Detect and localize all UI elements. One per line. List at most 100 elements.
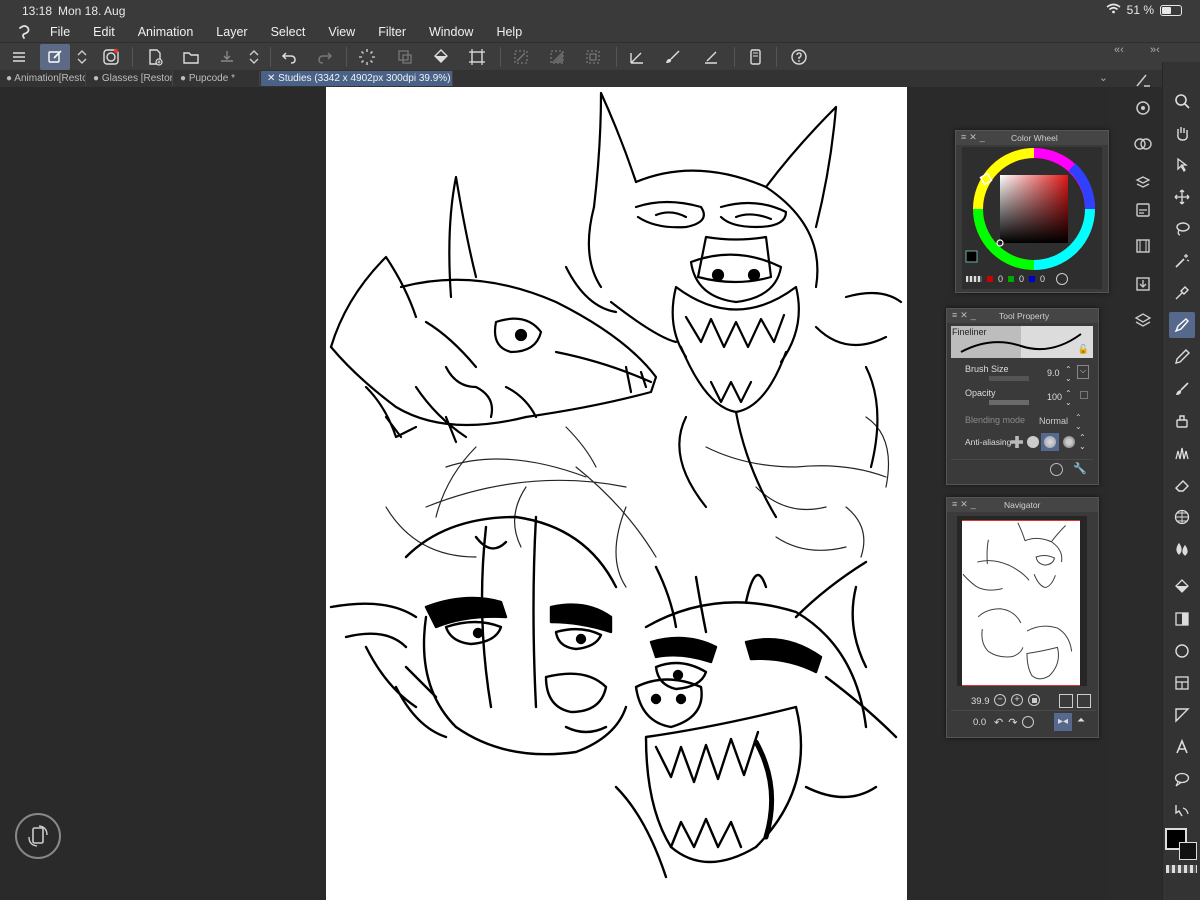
dock-collapse-icon[interactable]: «‹ <box>1114 44 1124 56</box>
help-icon[interactable] <box>784 44 814 70</box>
palette-controls-icon[interactable]: ≡✕_ <box>952 499 979 510</box>
invert-icon[interactable] <box>542 44 572 70</box>
search-tool-icon[interactable] <box>1131 96 1155 120</box>
import-icon[interactable] <box>1131 272 1155 296</box>
flip-horizontal-icon[interactable]: ▸◂ <box>1054 713 1072 731</box>
grid-icon[interactable] <box>1169 504 1195 530</box>
pencil-icon[interactable] <box>1169 344 1195 370</box>
drawing-canvas[interactable] <box>326 87 907 900</box>
palette-controls-icon[interactable]: ≡✕_ <box>952 310 979 321</box>
fit-window-icon[interactable] <box>1077 694 1091 708</box>
sub-view-icon[interactable] <box>1131 198 1155 222</box>
lasso-icon[interactable] <box>1169 216 1195 242</box>
text-icon[interactable] <box>1169 734 1195 760</box>
brush-icon[interactable] <box>658 44 688 70</box>
line-icon[interactable] <box>696 44 726 70</box>
pen-icon[interactable] <box>1169 312 1195 338</box>
gradient-icon[interactable] <box>1169 606 1195 632</box>
blending-mode-row[interactable]: Blending mode Normal ⌃ ⌄ <box>953 413 1093 431</box>
navigator-preview[interactable] <box>957 516 1087 686</box>
zoom-icon[interactable] <box>1169 88 1195 114</box>
hand-icon[interactable] <box>1169 120 1195 146</box>
phone-icon[interactable] <box>740 44 770 70</box>
opacity-row[interactable]: Opacity 100 ⌃ ⌄ <box>953 387 1093 409</box>
loading-icon[interactable] <box>352 44 382 70</box>
menu-layer[interactable]: Layer <box>216 25 247 39</box>
open-folder-icon[interactable] <box>176 44 206 70</box>
timeline-icon[interactable] <box>1131 234 1155 258</box>
restore-icon[interactable] <box>1050 463 1063 476</box>
menu-animation[interactable]: Animation <box>138 25 194 39</box>
undo-icon[interactable] <box>274 44 304 70</box>
palette-controls-icon[interactable]: ≡✕_ <box>961 132 988 143</box>
select-all-icon[interactable] <box>506 44 536 70</box>
companion-icon[interactable] <box>96 44 126 70</box>
rotate-right-icon[interactable]: ↷ <box>1008 716 1017 729</box>
figure-icon[interactable] <box>1169 638 1195 664</box>
zoom-in-icon[interactable]: + <box>1011 694 1023 706</box>
anti-aliasing-row[interactable]: Anti-aliasing ⌃ ⌄ <box>953 433 1093 453</box>
zoom-reset-icon[interactable] <box>1028 694 1040 706</box>
move-icon[interactable] <box>1169 184 1195 210</box>
rotation-value[interactable]: 0.0 <box>973 717 986 728</box>
menu-select[interactable]: Select <box>271 25 306 39</box>
redo-icon[interactable] <box>310 44 340 70</box>
menu-filter[interactable]: Filter <box>378 25 406 39</box>
tab-glasses[interactable]: ● Glasses [Restor <box>87 71 173 86</box>
crop-icon[interactable] <box>462 44 492 70</box>
rotate-left-icon[interactable]: ↶ <box>994 716 1003 729</box>
lock-icon[interactable]: 🔓 <box>1078 344 1089 355</box>
menu-file[interactable]: File <box>50 25 70 39</box>
decoration-icon[interactable] <box>1169 440 1195 466</box>
flip-vertical-icon[interactable]: ⏶ <box>1077 715 1085 726</box>
fit-page-icon[interactable] <box>1059 694 1073 708</box>
brush-size-row[interactable]: Brush Size 9.0 ⌃ ⌄ ⌵ <box>953 363 1093 385</box>
airbrush-icon[interactable] <box>1169 408 1195 434</box>
magic-wand-icon[interactable] <box>1169 248 1195 274</box>
deselect-icon[interactable] <box>578 44 608 70</box>
updown-icon[interactable] <box>242 44 266 70</box>
brush-preview[interactable]: Fineliner 🔓 <box>951 326 1093 358</box>
tab-animation[interactable]: ● Animation[Resto <box>0 71 86 86</box>
layer-property-icon[interactable] <box>1131 170 1155 194</box>
material-icon[interactable] <box>1131 132 1155 156</box>
updown-icon[interactable] <box>70 44 94 70</box>
blend-icon[interactable] <box>1169 536 1195 562</box>
menu-view[interactable]: View <box>328 25 355 39</box>
menu-icon[interactable] <box>4 44 34 70</box>
frame-icon[interactable] <box>1169 670 1195 696</box>
eyedropper-icon[interactable] <box>1169 280 1195 306</box>
color-wheel-area[interactable]: 0 0 0 <box>962 147 1102 289</box>
layers-icon[interactable] <box>1131 308 1155 332</box>
zoom-out-icon[interactable]: − <box>994 694 1006 706</box>
new-file-icon[interactable] <box>140 44 170 70</box>
transform-icon[interactable] <box>390 44 420 70</box>
menu-window[interactable]: Window <box>429 25 473 39</box>
quick-access-button[interactable] <box>15 813 61 859</box>
ruler-icon[interactable] <box>622 44 652 70</box>
operation-icon[interactable] <box>1169 152 1195 178</box>
color-mode-icon[interactable] <box>1056 273 1069 285</box>
rotate-reset-icon[interactable] <box>1022 716 1035 728</box>
fill-icon[interactable] <box>426 44 456 70</box>
tab-pupcode[interactable]: ● Pupcode * <box>174 71 260 86</box>
fill-tool-icon[interactable] <box>1169 574 1195 600</box>
tab-studies[interactable]: ✕ Studies (3342 x 4902px 300dpi 39.9%) <box>261 71 453 86</box>
eraser-icon[interactable] <box>1169 472 1195 498</box>
sub-color-swatch[interactable] <box>1179 842 1197 860</box>
correct-line-icon[interactable] <box>1169 798 1195 824</box>
brush-tool-icon[interactable] <box>1169 376 1195 402</box>
wrench-icon[interactable]: 🔧 <box>1073 462 1087 475</box>
transparent-color-swatch[interactable] <box>1166 865 1197 873</box>
balloon-icon[interactable] <box>1169 766 1195 792</box>
zoom-value[interactable]: 39.9 <box>971 696 990 707</box>
save-icon[interactable] <box>212 44 242 70</box>
chevron-down-icon[interactable]: ⌄ <box>1099 71 1108 84</box>
edit-mode-icon[interactable] <box>40 44 70 70</box>
app-logo-icon[interactable] <box>0 24 50 40</box>
menu-help[interactable]: Help <box>496 25 522 39</box>
dock-expand-icon[interactable]: »‹ <box>1150 44 1160 56</box>
menu-edit[interactable]: Edit <box>93 25 115 39</box>
tool-settings-icon[interactable] <box>1131 68 1155 92</box>
ruler-tool-icon[interactable] <box>1169 702 1195 728</box>
